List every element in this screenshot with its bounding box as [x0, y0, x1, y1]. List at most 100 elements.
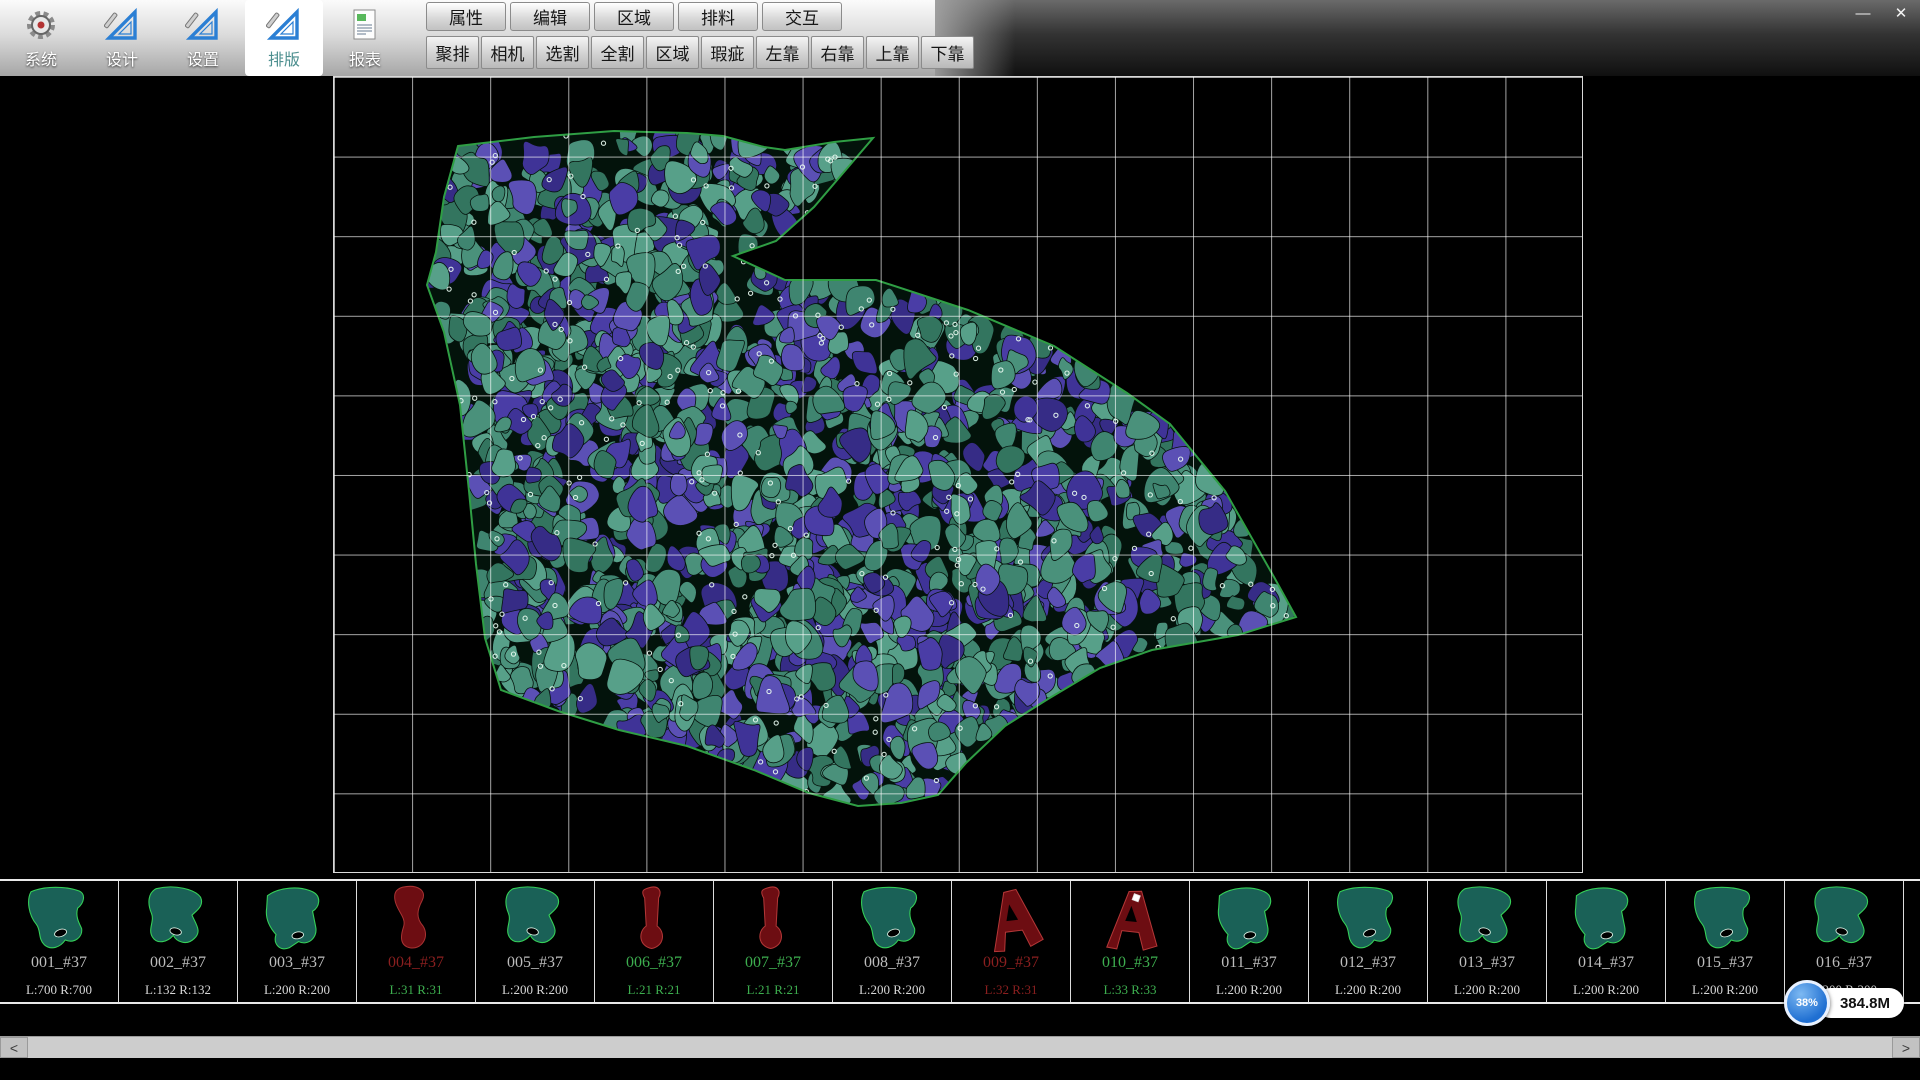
- tool-cluster-nest[interactable]: 聚排: [426, 36, 479, 69]
- main-toolbar: 系统 设计 设置 排版: [2, 0, 404, 76]
- part-lr-label: L:21 R:21: [627, 982, 680, 998]
- part-shape: [607, 884, 701, 954]
- set-square-icon: [185, 7, 221, 43]
- part-shape: [726, 884, 820, 954]
- layout-button-active[interactable]: 排版: [245, 0, 323, 76]
- set-square-icon: [266, 7, 302, 43]
- part-thumbnail[interactable]: 011_#37 L:200 R:200: [1190, 881, 1309, 1002]
- part-thumbnail[interactable]: 005_#37 L:200 R:200: [476, 881, 595, 1002]
- part-lr-label: L:200 R:200: [1454, 982, 1520, 998]
- part-shape: [1797, 884, 1891, 954]
- part-thumbnail[interactable]: 012_#37 L:200 R:200: [1309, 881, 1428, 1002]
- part-lr-label: L:200 R:200: [264, 982, 330, 998]
- part-name: 002_#37: [150, 954, 206, 972]
- tab-edit[interactable]: 编辑: [510, 2, 590, 31]
- part-lr-label: L:200 R:200: [1216, 982, 1282, 998]
- design-label: 设计: [106, 46, 138, 70]
- minimize-button[interactable]: —: [1850, 3, 1876, 23]
- title-bar: 系统 设计 设置 排版: [0, 0, 1920, 76]
- tab-interaction[interactable]: 交互: [762, 2, 842, 31]
- part-thumbnail[interactable]: 010_#37 L:33 R:33: [1071, 881, 1190, 1002]
- part-thumbnail[interactable]: 004_#37 L:31 R:31: [357, 881, 476, 1002]
- part-thumbnail[interactable]: 001_#37 L:700 R:700: [0, 881, 119, 1002]
- part-name: 004_#37: [388, 954, 444, 972]
- part-thumbnail[interactable]: 007_#37 L:21 R:21: [714, 881, 833, 1002]
- parts-thumbnail-strip: 001_#37 L:700 R:700 002_#37 L:132 R:132 …: [0, 879, 1920, 1004]
- settings-button[interactable]: 设置: [164, 0, 242, 76]
- main-canvas[interactable]: [0, 76, 1920, 879]
- window-controls: — ✕: [1850, 3, 1914, 23]
- part-shape: [1440, 884, 1534, 954]
- part-thumbnail[interactable]: 003_#37 L:200 R:200: [238, 881, 357, 1002]
- part-thumbnail[interactable]: 014_#37 L:200 R:200: [1547, 881, 1666, 1002]
- set-square-icon: [104, 7, 140, 43]
- part-shape: [1321, 884, 1415, 954]
- part-shape: [964, 884, 1058, 954]
- system-gear-icon: [23, 7, 59, 43]
- part-shape: [1559, 884, 1653, 954]
- report-label: 报表: [349, 46, 381, 70]
- part-name: 011_#37: [1221, 954, 1276, 972]
- part-shape: [1678, 884, 1772, 954]
- part-name: 010_#37: [1102, 954, 1158, 972]
- part-shape: [1083, 884, 1177, 954]
- design-button[interactable]: 设计: [83, 0, 161, 76]
- part-name: 013_#37: [1459, 954, 1515, 972]
- report-button[interactable]: 报表: [326, 0, 404, 76]
- part-lr-label: L:200 R:200: [859, 982, 925, 998]
- tab-properties[interactable]: 属性: [426, 2, 506, 31]
- part-name: 007_#37: [745, 954, 801, 972]
- tool-align-bottom[interactable]: 下靠: [921, 36, 974, 69]
- part-shape: [1202, 884, 1296, 954]
- usage-percent-badge: 38%: [1784, 980, 1830, 1026]
- tool-defect[interactable]: 瑕疵: [701, 36, 754, 69]
- tool-align-right[interactable]: 右靠: [811, 36, 864, 69]
- part-thumbnail[interactable]: 008_#37 L:200 R:200: [833, 881, 952, 1002]
- nesting-grid-area[interactable]: [333, 76, 1583, 873]
- tool-align-top[interactable]: 上靠: [866, 36, 919, 69]
- scroll-left-icon[interactable]: <: [0, 1037, 28, 1058]
- tab-nesting[interactable]: 排料: [678, 2, 758, 31]
- part-thumbnail[interactable]: 009_#37 L:32 R:31: [952, 881, 1071, 1002]
- part-lr-label: L:700 R:700: [26, 982, 92, 998]
- part-lr-label: L:33 R:33: [1103, 982, 1156, 998]
- tool-cut-all[interactable]: 全割: [591, 36, 644, 69]
- part-name: 003_#37: [269, 954, 325, 972]
- system-label: 系统: [25, 46, 57, 70]
- part-thumbnail[interactable]: 013_#37 L:200 R:200: [1428, 881, 1547, 1002]
- part-lr-label: L:200 R:200: [1335, 982, 1401, 998]
- close-button[interactable]: ✕: [1888, 3, 1914, 23]
- part-lr-label: L:21 R:21: [746, 982, 799, 998]
- part-name: 012_#37: [1340, 954, 1396, 972]
- scroll-right-icon[interactable]: >: [1892, 1037, 1920, 1058]
- system-button[interactable]: 系统: [2, 0, 80, 76]
- part-name: 015_#37: [1697, 954, 1753, 972]
- tool-align-left[interactable]: 左靠: [756, 36, 809, 69]
- tool-camera[interactable]: 相机: [481, 36, 534, 69]
- part-name: 006_#37: [626, 954, 682, 972]
- part-shape: [131, 884, 225, 954]
- part-shape: [250, 884, 344, 954]
- layout-label: 排版: [268, 46, 300, 70]
- part-lr-label: L:200 R:200: [1573, 982, 1639, 998]
- settings-label: 设置: [187, 46, 219, 70]
- part-name: 014_#37: [1578, 954, 1634, 972]
- part-lr-label: L:200 R:200: [502, 982, 568, 998]
- part-shape: [12, 884, 106, 954]
- part-name: 005_#37: [507, 954, 563, 972]
- part-name: 016_#37: [1816, 954, 1872, 972]
- part-shape: [845, 884, 939, 954]
- part-thumbnail[interactable]: 002_#37 L:132 R:132: [119, 881, 238, 1002]
- menu-tab-row: 属性 编辑 区域 排料 交互: [426, 2, 974, 31]
- tab-region[interactable]: 区域: [594, 2, 674, 31]
- part-lr-label: L:31 R:31: [389, 982, 442, 998]
- horizontal-scrollbar[interactable]: < >: [0, 1036, 1920, 1058]
- part-name: 008_#37: [864, 954, 920, 972]
- report-doc-icon: [347, 7, 383, 43]
- tool-region[interactable]: 区域: [646, 36, 699, 69]
- part-shape: [488, 884, 582, 954]
- tool-select-cut[interactable]: 选割: [536, 36, 589, 69]
- part-thumbnail[interactable]: 006_#37 L:21 R:21: [595, 881, 714, 1002]
- part-name: 009_#37: [983, 954, 1039, 972]
- part-thumbnail[interactable]: 015_#37 L:200 R:200: [1666, 881, 1785, 1002]
